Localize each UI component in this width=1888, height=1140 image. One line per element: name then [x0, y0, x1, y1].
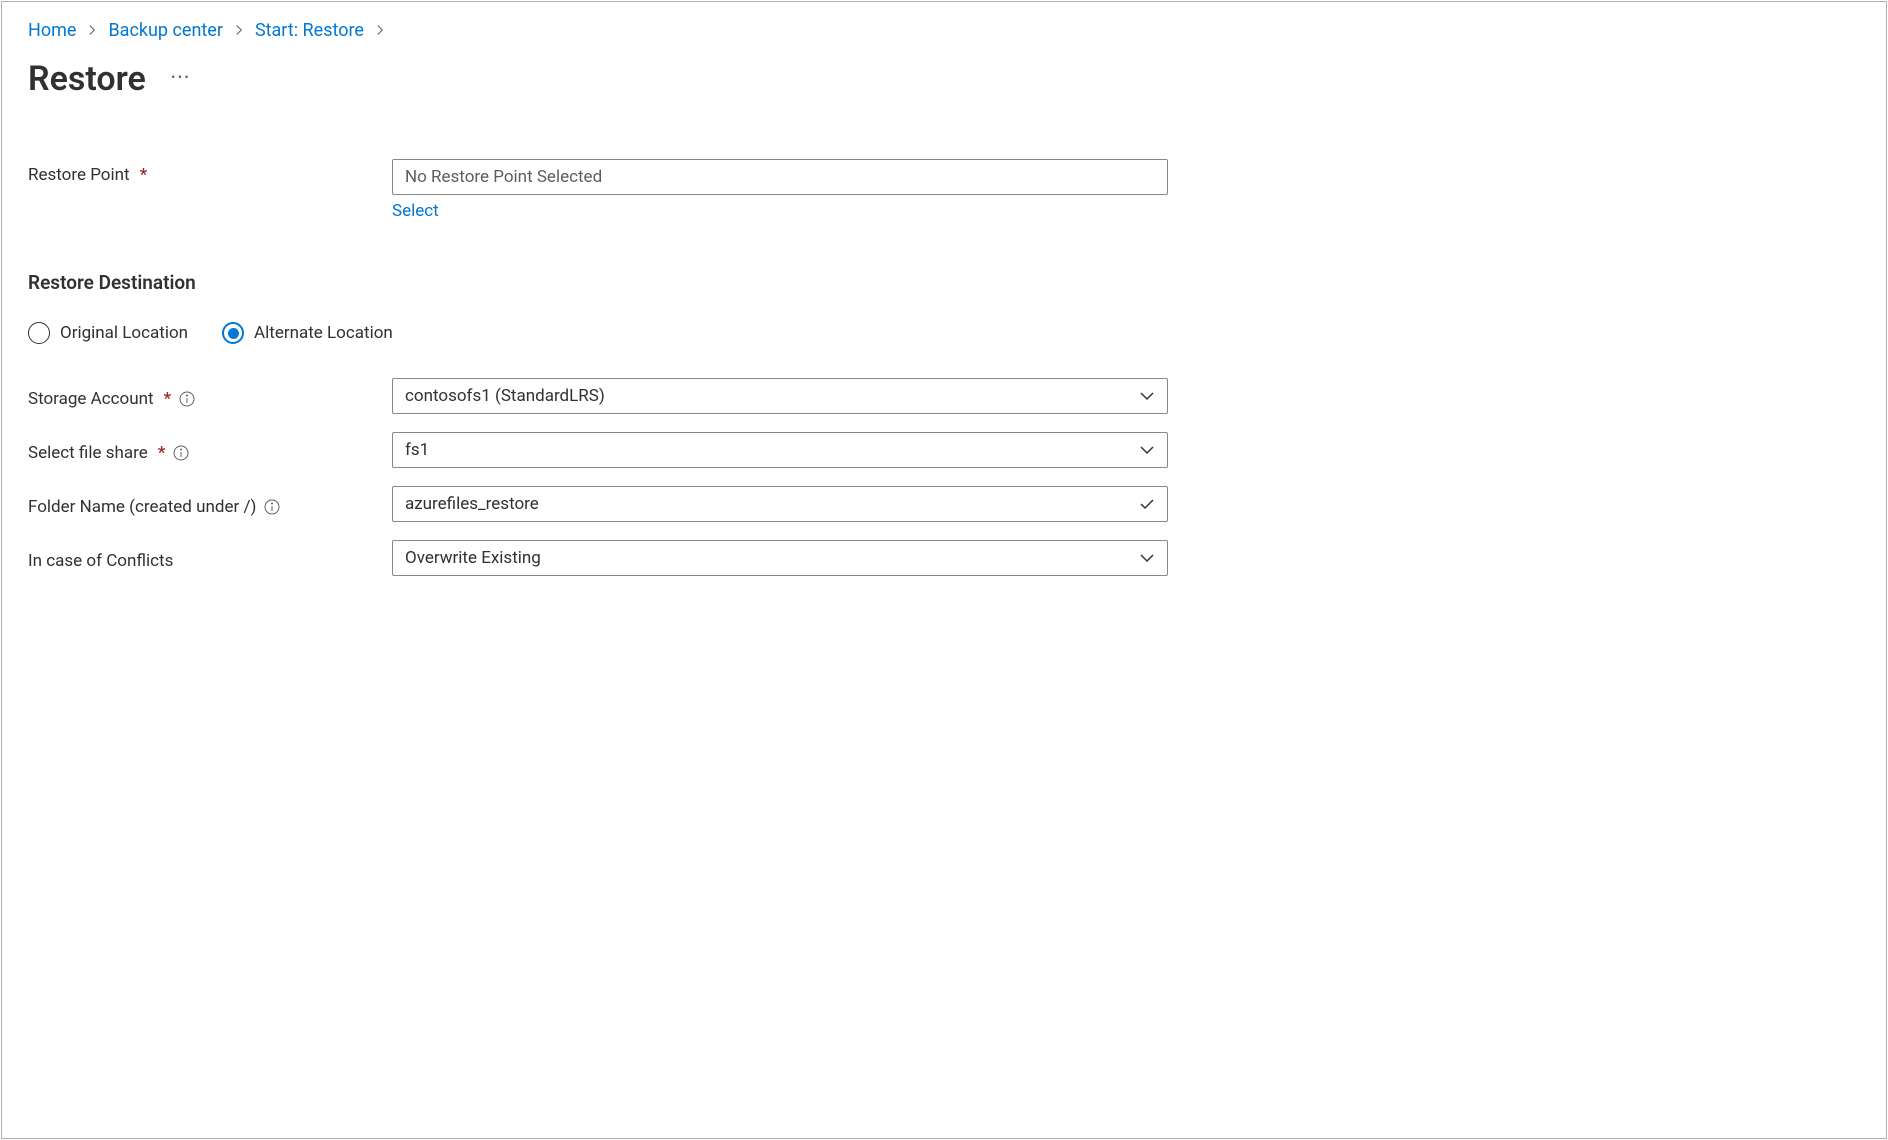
chevron-right-icon — [374, 20, 386, 41]
info-icon[interactable] — [179, 391, 195, 407]
info-icon[interactable] — [264, 499, 280, 515]
conflicts-row: In case of Conflicts Overwrite Existing — [28, 540, 1860, 576]
file-share-label-text: Select file share — [28, 443, 148, 463]
folder-name-input[interactable]: azurefiles_restore — [392, 486, 1168, 522]
restore-point-input[interactable]: No Restore Point Selected — [392, 159, 1168, 195]
folder-name-label: Folder Name (created under /) — [28, 491, 392, 517]
more-actions-icon[interactable]: ⋯ — [170, 64, 192, 94]
title-row: Restore ⋯ — [28, 59, 1860, 99]
chevron-right-icon — [86, 20, 98, 41]
required-star-icon: * — [140, 165, 148, 185]
restore-destination-radio-group: Original Location Alternate Location — [28, 322, 1860, 344]
storage-account-label: Storage Account * — [28, 383, 392, 409]
radio-alternate-location[interactable]: Alternate Location — [222, 322, 393, 344]
radio-original-location-label: Original Location — [60, 323, 188, 343]
required-star-icon: * — [164, 389, 172, 409]
chevron-down-icon — [1139, 550, 1155, 566]
restore-point-label-text: Restore Point — [28, 165, 130, 185]
restore-page: Home Backup center Start: Restore Restor… — [1, 1, 1887, 1139]
folder-name-value: azurefiles_restore — [405, 494, 1139, 514]
restore-destination-heading: Restore Destination — [28, 271, 1860, 294]
storage-account-label-text: Storage Account — [28, 389, 154, 409]
storage-account-row: Storage Account * contosofs1 (StandardLR… — [28, 378, 1860, 414]
restore-point-row: Restore Point * No Restore Point Selecte… — [28, 159, 1860, 221]
chevron-right-icon — [233, 20, 245, 41]
chevron-down-icon — [1139, 442, 1155, 458]
radio-alternate-location-label: Alternate Location — [254, 323, 393, 343]
select-restore-point-link[interactable]: Select — [392, 201, 439, 221]
file-share-label: Select file share * — [28, 437, 392, 463]
file-share-value: fs1 — [405, 440, 1139, 460]
restore-point-value: No Restore Point Selected — [405, 167, 602, 187]
conflicts-select[interactable]: Overwrite Existing — [392, 540, 1168, 576]
required-star-icon: * — [158, 443, 166, 463]
storage-account-value: contosofs1 (StandardLRS) — [405, 386, 1139, 406]
radio-original-location[interactable]: Original Location — [28, 322, 188, 344]
radio-icon — [28, 322, 50, 344]
storage-account-select[interactable]: contosofs1 (StandardLRS) — [392, 378, 1168, 414]
folder-name-label-text: Folder Name (created under /) — [28, 497, 256, 517]
conflicts-label: In case of Conflicts — [28, 545, 392, 571]
file-share-select[interactable]: fs1 — [392, 432, 1168, 468]
restore-point-label: Restore Point * — [28, 159, 392, 185]
page-title: Restore — [28, 59, 146, 99]
chevron-down-icon — [1139, 388, 1155, 404]
breadcrumb-start-restore[interactable]: Start: Restore — [255, 20, 364, 41]
file-share-row: Select file share * fs1 — [28, 432, 1860, 468]
conflicts-value: Overwrite Existing — [405, 548, 1139, 568]
conflicts-label-text: In case of Conflicts — [28, 551, 173, 571]
radio-icon — [222, 322, 244, 344]
info-icon[interactable] — [173, 445, 189, 461]
checkmark-icon — [1139, 496, 1155, 512]
breadcrumb-backup-center[interactable]: Backup center — [108, 20, 223, 41]
breadcrumb-home[interactable]: Home — [28, 20, 76, 41]
breadcrumb: Home Backup center Start: Restore — [28, 20, 1860, 41]
folder-name-row: Folder Name (created under /) azurefiles… — [28, 486, 1860, 522]
